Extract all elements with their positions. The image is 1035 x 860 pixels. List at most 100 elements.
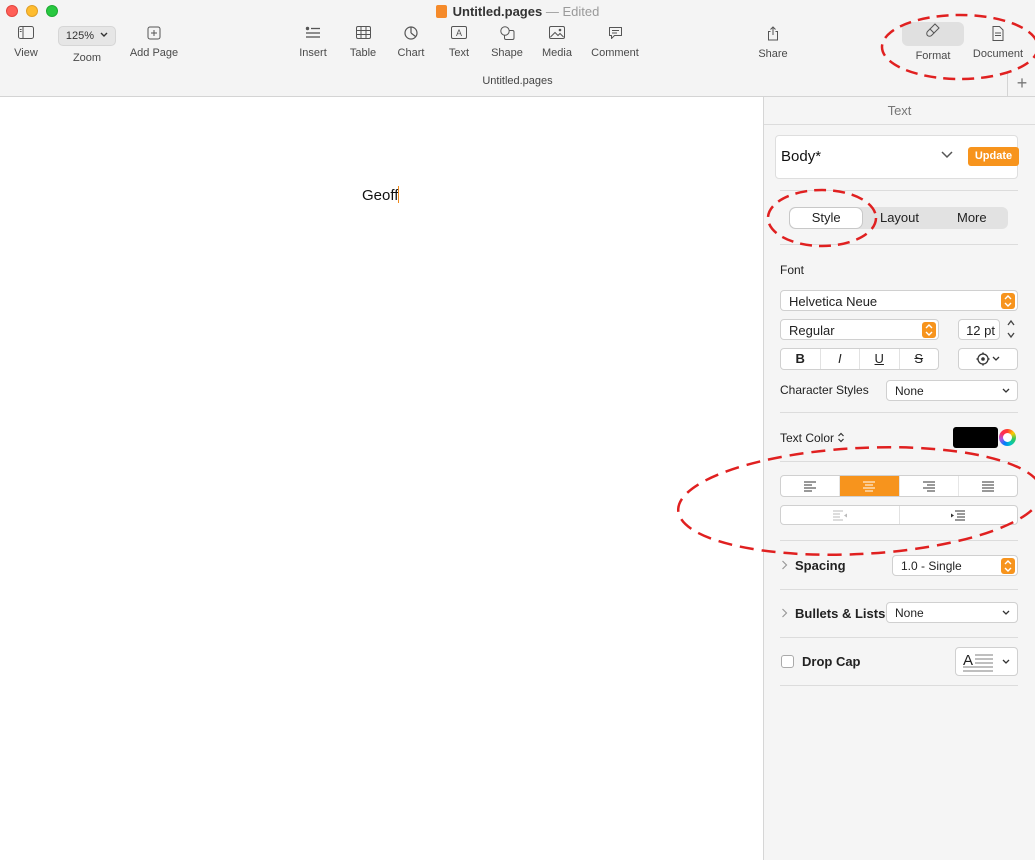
toolbar: Untitled.pages — Edited View 125% Zoom A… [0,0,1035,97]
underline-button[interactable]: U [860,349,900,369]
paragraph-style-name: Body* [781,148,822,165]
text-color-label[interactable]: Text Color [780,431,845,445]
share-label: Share [758,48,788,60]
table-button[interactable]: Table [345,26,381,59]
tab-more[interactable]: More [936,207,1008,229]
document-label: Document [972,48,1024,60]
align-left-button[interactable] [781,476,841,496]
window-edited-status: Edited [562,4,600,19]
character-styles-label: Character Styles [780,383,869,397]
text-cursor [398,186,400,203]
strikethrough-button[interactable]: S [900,349,939,369]
view-button[interactable]: View [10,26,42,59]
view-label: View [14,47,38,59]
document-body[interactable]: Geoff [362,186,400,204]
divider [780,540,1018,541]
table-label: Table [349,47,377,59]
pages-document-icon [435,5,447,18]
bullets-lists-label[interactable]: Bullets & Lists [795,606,885,621]
chevron-right-icon[interactable] [781,608,788,618]
drop-cap-label: Drop Cap [802,654,861,669]
shape-button[interactable]: Shape [488,26,526,59]
paragraph-style-selector[interactable]: Body* Update [775,135,1019,179]
bullets-lists-value: None [895,606,924,620]
align-right-icon [922,481,935,491]
window-file-name: Untitled.pages [452,4,543,19]
justify-button[interactable] [959,476,1017,496]
paintbrush-icon [926,23,940,37]
tab-style[interactable]: Style [790,208,863,228]
add-page-label: Add Page [129,47,179,59]
font-style-popup[interactable]: Regular [780,319,939,340]
chart-button[interactable]: Chart [392,26,430,59]
increase-indent-button[interactable] [900,506,1018,524]
format-inspector: Text Body* Update Style Layout More Font… [763,97,1035,860]
chevron-right-icon[interactable] [781,560,788,570]
spacing-label[interactable]: Spacing [795,558,846,573]
alignment-buttons [780,475,1018,497]
update-style-button[interactable]: Update [968,147,1019,166]
body-text: Geoff [362,187,399,204]
drop-cap-checkbox[interactable] [781,655,794,668]
window-title-separator: — [545,4,559,19]
increase-indent-icon [951,510,966,520]
advanced-options-button[interactable] [958,348,1018,370]
share-icon [768,26,778,41]
sidebar-icon [18,26,34,39]
zoom-popup[interactable]: 125% [58,26,116,46]
bold-button[interactable]: B [781,349,821,369]
chevron-down-icon [1002,610,1010,615]
divider [780,412,1018,413]
document-tab-title: Untitled.pages [482,75,553,87]
document-canvas[interactable]: Geoff [0,97,763,860]
inspector-header: Text [764,97,1035,125]
font-size-field[interactable]: 12 pt [958,319,1000,340]
document-icon [992,26,1004,41]
indent-buttons [780,505,1018,525]
media-button[interactable]: Media [538,26,576,59]
align-center-button[interactable] [840,476,900,496]
spacing-popup[interactable]: 1.0 - Single [892,555,1018,576]
font-size-stepper[interactable] [1005,318,1017,340]
add-page-button[interactable]: Add Page [126,26,182,59]
text-color-well[interactable] [953,427,998,448]
photo-icon [549,26,565,39]
align-left-icon [804,481,817,491]
align-right-button[interactable] [900,476,959,496]
format-button[interactable]: Format [901,22,965,62]
popup-stepper-icon [1001,558,1015,574]
decrease-indent-button[interactable] [781,506,900,524]
text-button[interactable]: A Text [443,26,475,59]
add-page-icon [147,26,161,40]
drop-cap-style-button[interactable]: A [955,647,1018,676]
tab-layout[interactable]: Layout [863,207,935,229]
text-tabs: Style Layout More [789,207,1008,229]
text-format-buttons: B I U S [780,348,939,370]
share-button[interactable]: Share [755,26,791,60]
insert-list-icon [305,26,320,38]
document-button[interactable]: Document [967,26,1029,60]
insert-button[interactable]: Insert [293,26,333,59]
spacing-value: 1.0 - Single [901,559,962,573]
divider [780,244,1018,245]
font-family-popup[interactable]: Helvetica Neue [780,290,1018,311]
zoom-control[interactable]: 125% Zoom [57,26,117,64]
color-wheel-icon[interactable] [999,429,1016,446]
divider [780,685,1018,686]
text-box-icon: A [451,26,467,39]
bullets-lists-popup[interactable]: None [886,602,1018,623]
chevron-down-icon [1002,388,1010,393]
svg-text:A: A [456,28,462,38]
character-styles-popup[interactable]: None [886,380,1018,401]
add-tab-button[interactable]: + [1007,72,1035,96]
media-label: Media [542,47,572,59]
font-family-value: Helvetica Neue [789,294,878,309]
drop-cap-icon: A [963,652,1010,672]
comment-icon [608,27,622,39]
format-button-highlight [902,22,964,46]
shape-icon [499,26,514,40]
zoom-value: 125% [65,30,95,42]
comment-button[interactable]: Comment [587,26,643,59]
italic-button[interactable]: I [821,349,860,369]
decrease-indent-icon [832,510,847,520]
